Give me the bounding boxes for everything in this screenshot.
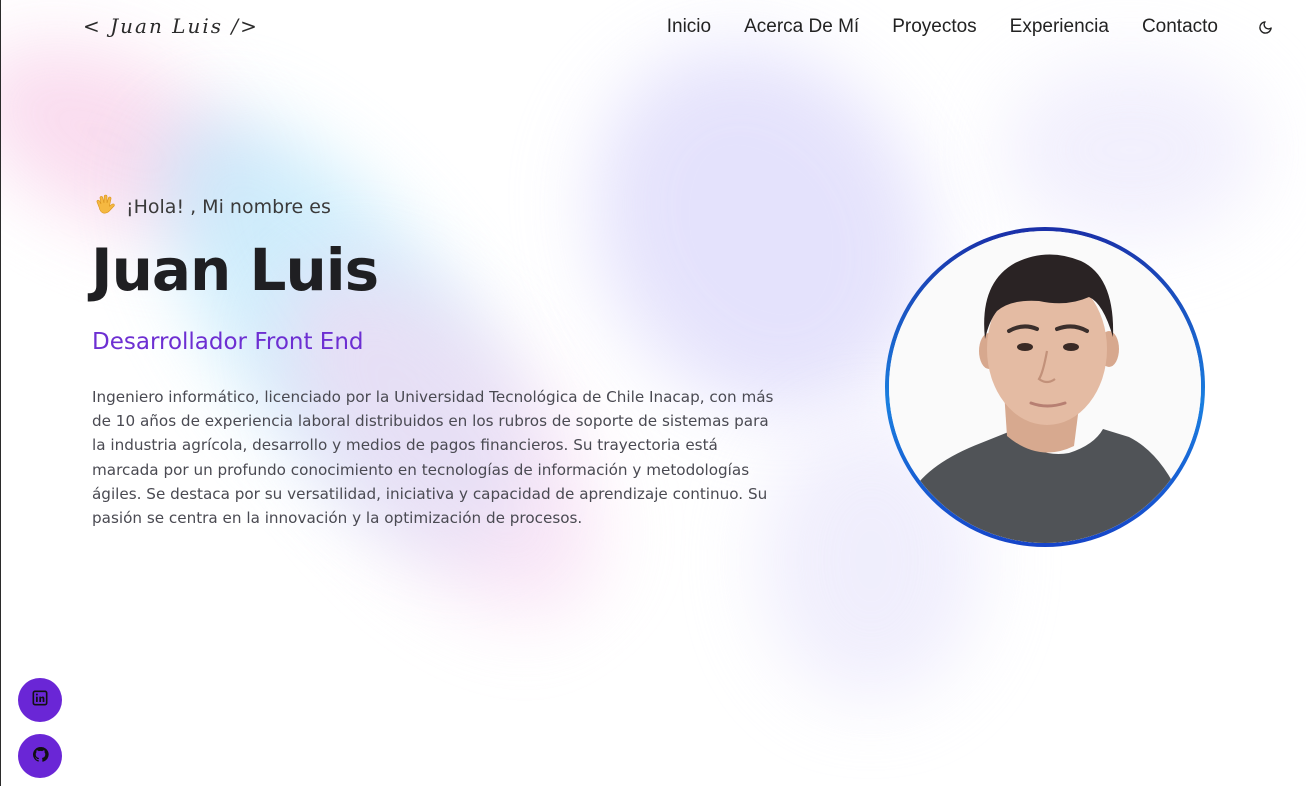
hero-greeting: ¡Hola! , Mi nombre es (94, 193, 331, 220)
waving-hand-icon (94, 193, 118, 220)
nav-link-proyectos[interactable]: Proyectos (892, 16, 976, 38)
profile-photo (889, 231, 1201, 543)
hero-role: Desarrollador Front End (92, 329, 364, 355)
moon-icon[interactable] (1256, 18, 1274, 36)
greeting-text: ¡Hola! , Mi nombre es (126, 195, 331, 218)
background-blob (1001, 60, 1261, 240)
nav-link-inicio[interactable]: Inicio (667, 16, 711, 38)
github-icon (32, 746, 49, 767)
linkedin-icon (32, 690, 48, 710)
main-nav: Inicio Acerca De Mí Proyectos Experienci… (667, 16, 1274, 38)
hero-bio: Ingeniero informático, licenciado por la… (92, 388, 774, 528)
nav-link-acerca[interactable]: Acerca De Mí (744, 16, 859, 38)
hero-name: Juan Luis (91, 236, 379, 304)
profile-photo-frame (885, 227, 1205, 547)
portfolio-page: < Juan Luis /> Inicio Acerca De Mí Proye… (0, 0, 1306, 786)
linkedin-button[interactable] (18, 678, 62, 722)
github-button[interactable] (18, 734, 62, 778)
nav-link-experiencia[interactable]: Experiencia (1010, 16, 1109, 38)
nav-link-contacto[interactable]: Contacto (1142, 16, 1218, 38)
site-logo[interactable]: < Juan Luis /> (83, 14, 259, 38)
